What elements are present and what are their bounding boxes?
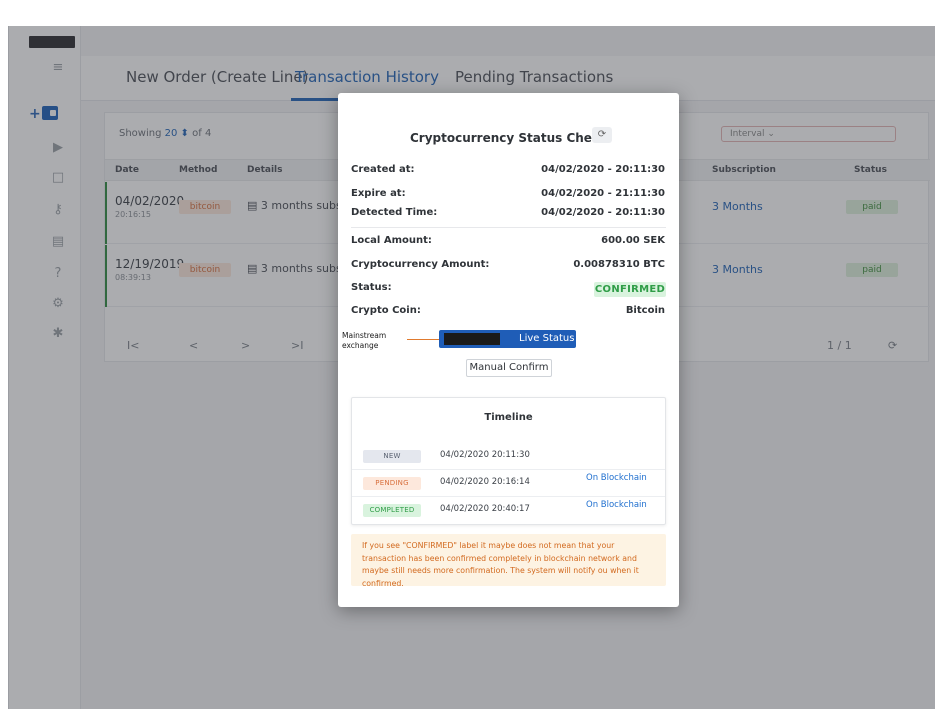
pending-badge: PENDING bbox=[363, 477, 421, 490]
modal-title: Cryptocurrency Status Check bbox=[338, 131, 679, 145]
manual-confirm-button[interactable]: Manual Confirm bbox=[466, 359, 552, 377]
local-amount-value: 600.00 SEK bbox=[601, 235, 665, 246]
expire-at-value: 04/02/2020 - 21:11:30 bbox=[541, 188, 665, 199]
completed-badge: COMPLETED bbox=[363, 504, 421, 517]
local-amount-label: Local Amount: bbox=[351, 235, 432, 246]
timeline-entry: NEW 04/02/2020 20:11:30 bbox=[352, 443, 665, 470]
timeline-card: Timeline NEW 04/02/2020 20:11:30 PENDING… bbox=[351, 397, 666, 525]
timeline-time: 04/02/2020 20:16:14 bbox=[440, 477, 530, 487]
confirmed-badge: CONFIRMED bbox=[594, 282, 666, 297]
refresh-icon[interactable]: ⟳ bbox=[592, 127, 612, 143]
created-at-value: 04/02/2020 - 20:11:30 bbox=[541, 164, 665, 175]
new-badge: NEW bbox=[363, 450, 421, 463]
on-blockchain-link[interactable]: On Blockchain bbox=[586, 500, 647, 510]
timeline-entry: PENDING 04/02/2020 20:16:14 On Blockchai… bbox=[352, 470, 665, 497]
created-at-label: Created at: bbox=[351, 164, 415, 175]
crypto-coin-value: Bitcoin bbox=[625, 305, 665, 316]
timeline-time: 04/02/2020 20:11:30 bbox=[440, 450, 530, 460]
live-status-button[interactable]: Live Status bbox=[439, 330, 576, 348]
expire-at-label: Expire at: bbox=[351, 188, 406, 199]
detected-time-value: 04/02/2020 - 20:11:30 bbox=[541, 207, 665, 218]
timeline-title: Timeline bbox=[484, 412, 533, 423]
timeline-entry: COMPLETED 04/02/2020 20:40:17 On Blockch… bbox=[352, 497, 665, 524]
status-label: Status: bbox=[351, 282, 392, 293]
redacted-exchange-name bbox=[444, 333, 500, 345]
timeline-time: 04/02/2020 20:40:17 bbox=[440, 504, 530, 514]
confirmation-note: If you see "CONFIRMED" label it maybe do… bbox=[351, 534, 666, 588]
status-check-modal: Cryptocurrency Status Check ⟳ Created at… bbox=[338, 93, 679, 607]
crypto-amount-value: 0.00878310 BTC bbox=[573, 259, 665, 270]
live-status-label: Live Status bbox=[519, 333, 575, 344]
crypto-amount-label: Cryptocurrency Amount: bbox=[351, 259, 490, 270]
divider bbox=[351, 227, 666, 228]
crypto-coin-label: Crypto Coin: bbox=[351, 305, 421, 316]
annotation-label: Mainstream exchange bbox=[342, 331, 387, 350]
detected-time-label: Detected Time: bbox=[351, 207, 438, 218]
on-blockchain-link[interactable]: On Blockchain bbox=[586, 473, 647, 483]
modal-title-text: Cryptocurrency Status Check bbox=[409, 131, 608, 145]
